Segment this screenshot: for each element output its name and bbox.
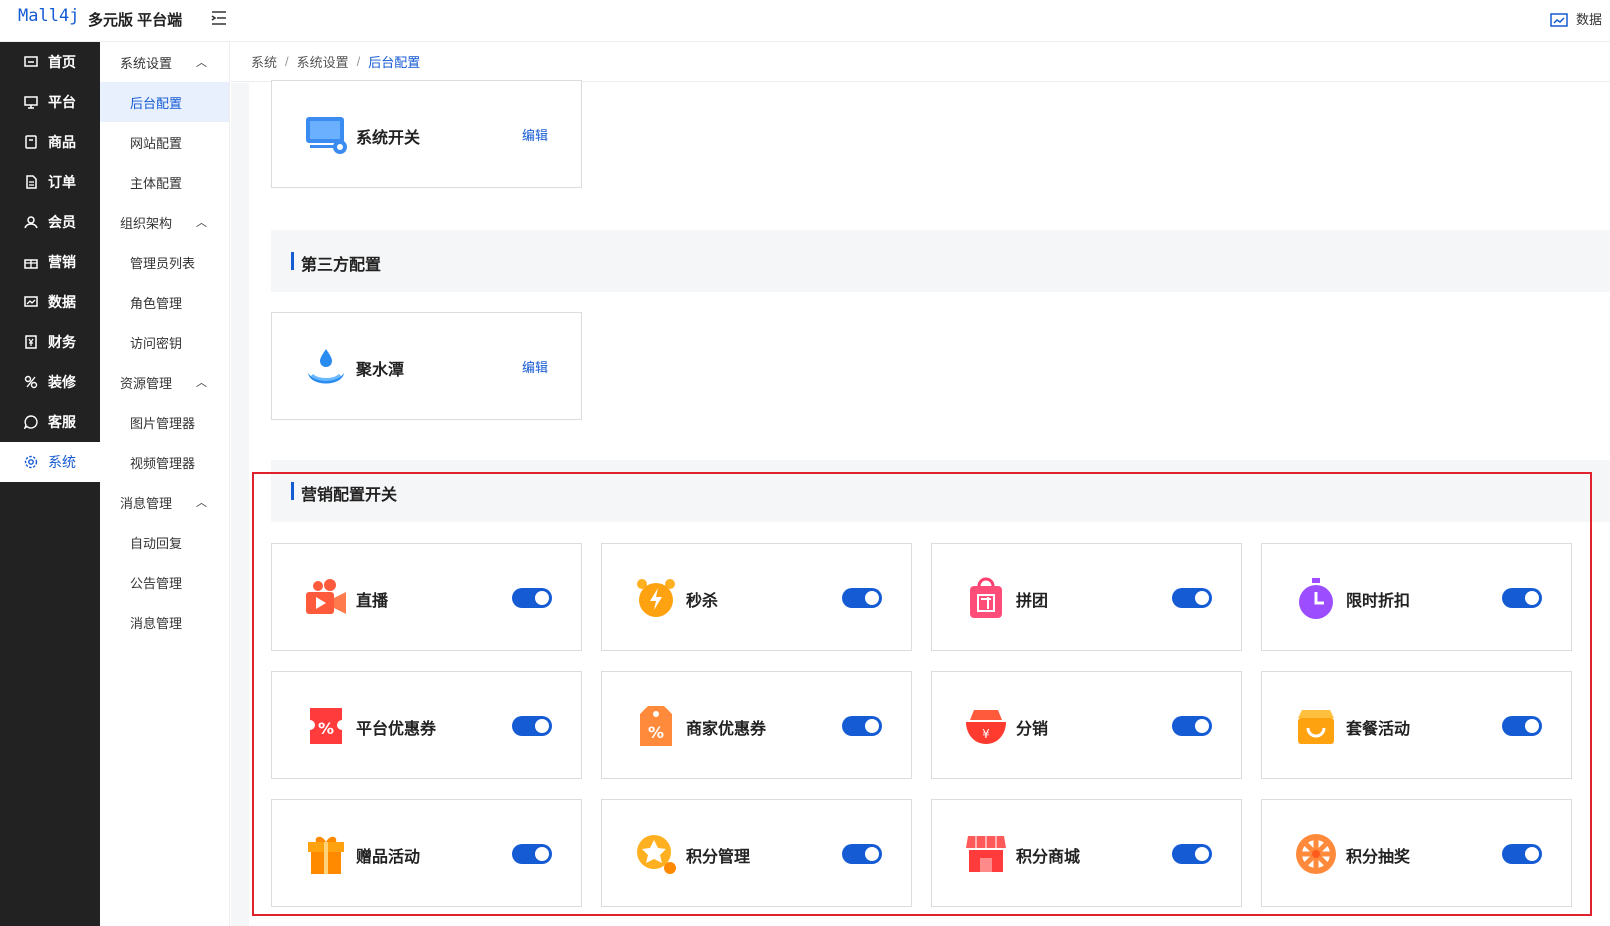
nav-label: 平台 (48, 94, 76, 110)
group-label: 组织架构 (120, 215, 173, 231)
card-label: 聚水潭 (356, 362, 405, 379)
nav-label: 会员 (48, 214, 76, 230)
content-gutter (231, 83, 249, 926)
monitor-icon (24, 96, 38, 109)
top-bar: Mall4j 多元版 平台端 数据 (0, 0, 1610, 42)
menu-item-access-key[interactable]: 访问密钥 (100, 322, 229, 362)
data-screen-icon (1550, 12, 1568, 27)
monitor-settings-icon (306, 117, 347, 154)
nav-decorate[interactable]: 装修 (0, 362, 100, 402)
chevron-up-icon: ︿ (196, 217, 207, 229)
menu-group-org[interactable]: 组织架构 ︿ (100, 202, 229, 242)
nav-finance[interactable]: 财务 (0, 322, 100, 362)
logo[interactable]: Mall4j (18, 6, 79, 26)
menu-item-auto-reply[interactable]: 自动回复 (100, 522, 229, 562)
menu-item-image-manager[interactable]: 图片管理器 (100, 402, 229, 442)
member-icon (24, 216, 38, 229)
nav-label: 系统 (48, 454, 76, 470)
gift-icon (24, 259, 38, 269)
group-label: 资源管理 (120, 375, 173, 391)
goods-icon (25, 135, 37, 149)
breadcrumb-current: 后台配置 (368, 55, 421, 70)
nav-label: 装修 (48, 374, 76, 390)
chevron-up-icon: ︿ (196, 377, 207, 389)
menu-item-site-config[interactable]: 网站配置 (100, 122, 229, 162)
chevron-up-icon: ︿ (196, 57, 207, 69)
primary-sidebar: 首页 平台 商品 订单 会员 营销 数据 财务 装修 客服 系统 (0, 42, 100, 926)
collapse-menu-icon[interactable] (210, 9, 228, 27)
highlight-box (252, 472, 1592, 916)
menu-group-messages[interactable]: 消息管理 ︿ (100, 482, 229, 522)
home-icon (24, 56, 38, 67)
nav-service[interactable]: 客服 (0, 402, 100, 442)
nav-marketing[interactable]: 营销 (0, 242, 100, 282)
breadcrumb: 系统 / 系统设置 / 后台配置 (231, 42, 1610, 82)
jushuitan-card: 聚水潭 编辑 (271, 312, 582, 420)
nav-label: 财务 (48, 334, 76, 350)
water-drop-icon (308, 349, 344, 384)
menu-item-video-manager[interactable]: 视频管理器 (100, 442, 229, 482)
system-switch-card: 系统开关 编辑 (271, 80, 582, 188)
edit-link[interactable]: 编辑 (522, 125, 548, 144)
order-icon (26, 175, 37, 189)
nav-label: 商品 (48, 134, 76, 150)
chart-icon (24, 296, 38, 307)
gear-icon (24, 455, 38, 469)
finance-icon (25, 335, 37, 349)
nav-home[interactable]: 首页 (0, 42, 100, 82)
chat-icon (24, 415, 38, 429)
nav-goods[interactable]: 商品 (0, 122, 100, 162)
nav-label: 客服 (48, 414, 76, 430)
section-accent (291, 252, 294, 270)
edit-link[interactable]: 编辑 (522, 357, 548, 376)
menu-group-system-settings[interactable]: 系统设置 ︿ (100, 42, 229, 82)
nav-label: 订单 (48, 174, 76, 190)
menu-item-entity-config[interactable]: 主体配置 (100, 162, 229, 202)
menu-group-resources[interactable]: 资源管理 ︿ (100, 362, 229, 402)
third-party-section-header: 第三方配置 (271, 230, 1610, 292)
nav-label: 首页 (48, 54, 76, 70)
menu-item-announcements[interactable]: 公告管理 (100, 562, 229, 602)
breadcrumb-item[interactable]: 系统 (251, 52, 277, 71)
group-label: 消息管理 (120, 495, 173, 511)
secondary-sidebar: 系统设置 ︿ 后台配置 网站配置 主体配置 组织架构 ︿ 管理员列表 角色管理 访问… (100, 42, 230, 926)
menu-item-admin-list[interactable]: 管理员列表 (100, 242, 229, 282)
menu-item-message-mgmt[interactable]: 消息管理 (100, 602, 229, 642)
menu-item-role-mgmt[interactable]: 角色管理 (100, 282, 229, 322)
group-label: 系统设置 (120, 55, 173, 71)
nav-orders[interactable]: 订单 (0, 162, 100, 202)
card-label: 系统开关 (356, 130, 421, 147)
data-screen-link[interactable]: 数据 (1550, 9, 1602, 29)
menu-item-backend-config[interactable]: 后台配置 (100, 82, 229, 122)
chevron-up-icon: ︿ (196, 497, 207, 509)
brand-title: 多元版 平台端 (88, 12, 183, 29)
nav-members[interactable]: 会员 (0, 202, 100, 242)
nav-platform[interactable]: 平台 (0, 82, 100, 122)
nav-system[interactable]: 系统 (0, 442, 100, 482)
nav-label: 数据 (48, 294, 76, 310)
decorate-icon (24, 375, 38, 389)
data-screen-label: 数据 (1576, 12, 1603, 27)
breadcrumb-item[interactable]: 系统设置 (297, 52, 349, 71)
section-title: 第三方配置 (301, 257, 382, 274)
nav-data[interactable]: 数据 (0, 282, 100, 322)
nav-label: 营销 (48, 254, 76, 270)
